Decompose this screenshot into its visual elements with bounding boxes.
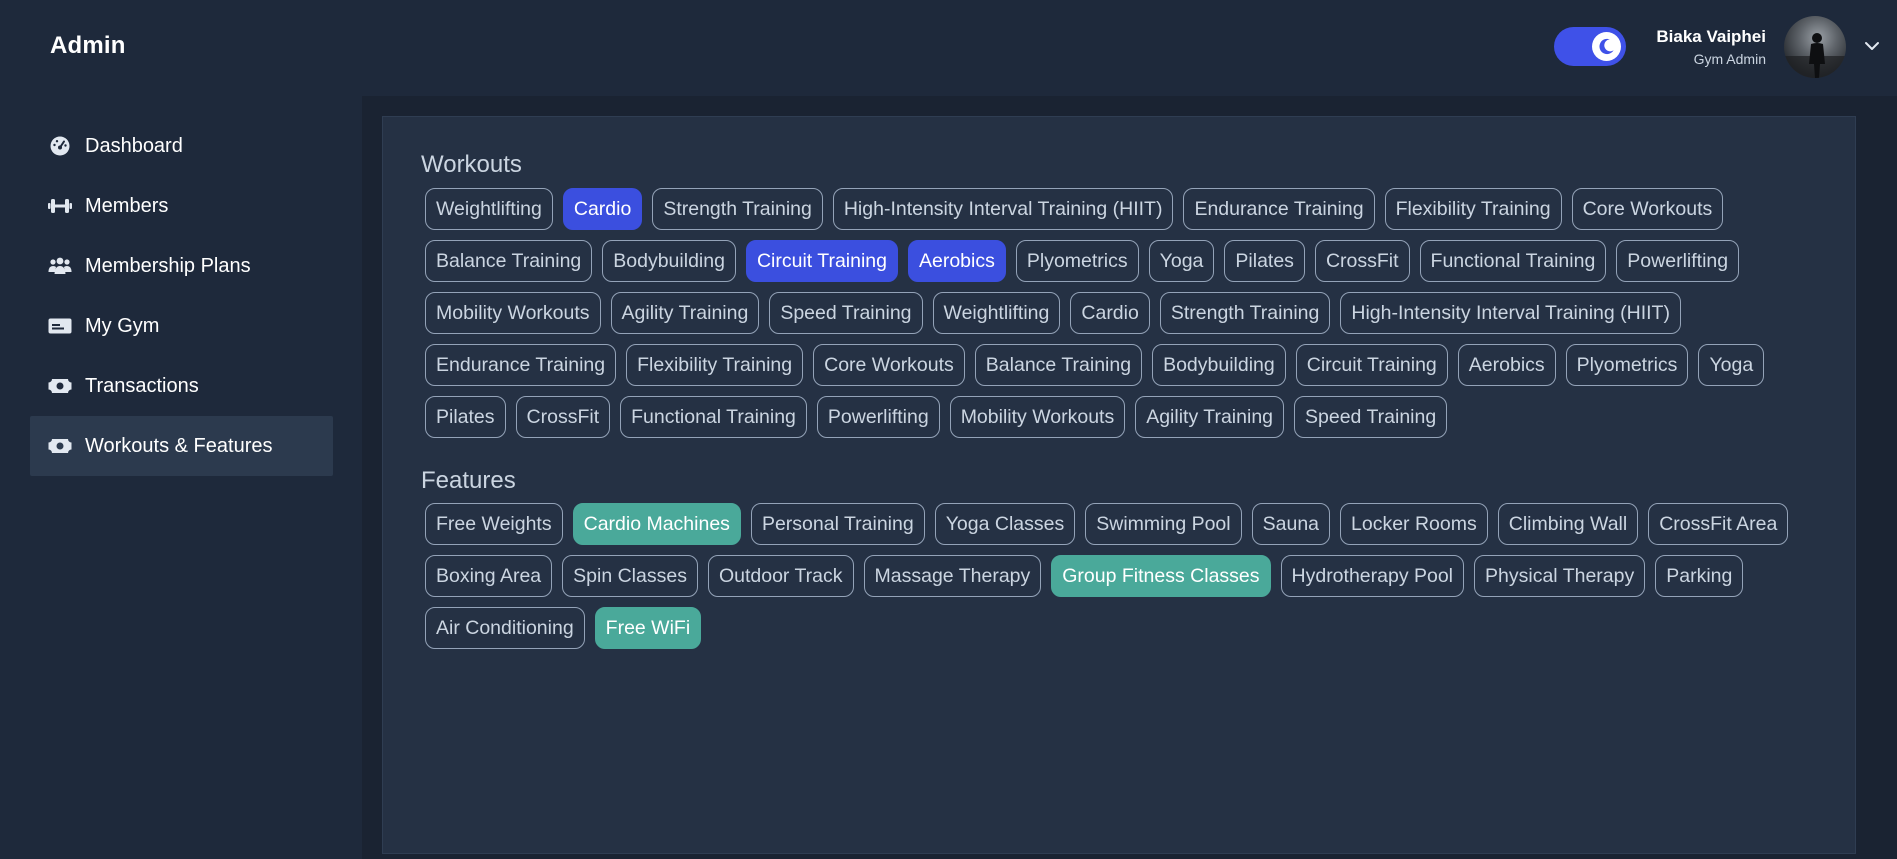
- feature-tag[interactable]: Parking: [1655, 555, 1744, 597]
- workout-tag[interactable]: Core Workouts: [813, 344, 965, 386]
- workout-tag[interactable]: Balance Training: [974, 344, 1143, 386]
- feature-tag[interactable]: CrossFit Area: [1648, 503, 1789, 545]
- sidebar-item-members[interactable]: Members: [30, 176, 333, 236]
- workout-tag[interactable]: Cardio: [562, 188, 643, 230]
- workout-tag[interactable]: Circuit Training: [1295, 344, 1448, 386]
- feature-tag[interactable]: Free Weights: [425, 503, 563, 545]
- user-name: Biaka Vaiphei: [1656, 27, 1766, 46]
- workout-tag[interactable]: Balance Training: [425, 240, 593, 282]
- feature-tag[interactable]: Yoga Classes: [934, 503, 1076, 545]
- feature-tag[interactable]: Boxing Area: [425, 555, 553, 597]
- workout-tag[interactable]: Yoga: [1148, 240, 1215, 282]
- workout-tag[interactable]: Agility Training: [1135, 396, 1285, 438]
- id-card-icon: [48, 318, 72, 334]
- sidebar-item-label: Membership Plans: [85, 255, 251, 277]
- features-title: Features: [421, 467, 516, 494]
- feature-tag[interactable]: Physical Therapy: [1474, 555, 1646, 597]
- sidebar-item-label: Transactions: [85, 375, 199, 397]
- moon-icon: [1599, 38, 1614, 55]
- feature-tag[interactable]: Group Fitness Classes: [1051, 555, 1271, 597]
- workout-tag[interactable]: Bodybuilding: [602, 240, 736, 282]
- workout-tag[interactable]: Powerlifting: [1616, 240, 1740, 282]
- workout-tag[interactable]: Aerobics: [1457, 344, 1556, 386]
- feature-tag[interactable]: Sauna: [1251, 503, 1331, 545]
- workouts-tag-list: Weightlifting Cardio Strength Training High…: [425, 188, 1825, 438]
- workout-tag[interactable]: CrossFit: [515, 396, 611, 438]
- workouts-features-card: Workouts Weightlifting Cardio Strength Tra…: [382, 116, 1856, 854]
- workout-tag[interactable]: Endurance Training: [425, 344, 617, 386]
- workout-tag[interactable]: High-Intensity Interval Training (HIIT): [1340, 292, 1681, 334]
- gauge-icon: [50, 136, 70, 156]
- users-icon: [48, 257, 72, 274]
- workout-tag[interactable]: Aerobics: [907, 240, 1006, 282]
- feature-tag[interactable]: Air Conditioning: [425, 607, 585, 649]
- sidebar-item-transactions[interactable]: Transactions: [30, 356, 333, 416]
- sidebar-item-my-gym[interactable]: My Gym: [30, 296, 333, 356]
- workout-tag[interactable]: Strength Training: [1159, 292, 1331, 334]
- workout-tag[interactable]: Functional Training: [1419, 240, 1607, 282]
- workout-tag[interactable]: Circuit Training: [745, 240, 898, 282]
- feature-tag[interactable]: Free WiFi: [594, 607, 702, 649]
- feature-tag[interactable]: Swimming Pool: [1085, 503, 1242, 545]
- dumbbell-icon: [48, 199, 72, 213]
- sidebar-item-label: Workouts & Features: [85, 435, 273, 457]
- sidebar-item-label: Dashboard: [85, 135, 183, 157]
- sidebar-item-workouts-features[interactable]: Workouts & Features: [30, 416, 333, 476]
- sidebar-item-label: My Gym: [85, 315, 160, 337]
- sidebar: Dashboard Members Membership Plans My Gy…: [0, 96, 362, 859]
- workout-tag[interactable]: Endurance Training: [1183, 188, 1375, 230]
- workout-tag[interactable]: Core Workouts: [1571, 188, 1724, 230]
- brand-title: Admin: [50, 32, 126, 59]
- feature-tag[interactable]: Hydrotherapy Pool: [1280, 555, 1465, 597]
- workout-tag[interactable]: Mobility Workouts: [949, 396, 1126, 438]
- feature-tag[interactable]: Personal Training: [750, 503, 925, 545]
- workouts-title: Workouts: [421, 151, 522, 178]
- workout-tag[interactable]: Cardio: [1070, 292, 1150, 334]
- workout-tag[interactable]: Plyometrics: [1565, 344, 1689, 386]
- top-header: Admin Biaka Vaiphei Gym Admin: [0, 0, 1897, 96]
- avatar-silhouette: [1784, 33, 1846, 78]
- workout-tag[interactable]: Functional Training: [620, 396, 807, 438]
- feature-tag[interactable]: Cardio Machines: [572, 503, 741, 545]
- sidebar-item-label: Members: [85, 195, 169, 217]
- money-bill-icon: [48, 439, 72, 453]
- chevron-down-icon: [1865, 42, 1879, 50]
- workout-tag[interactable]: Mobility Workouts: [425, 292, 601, 334]
- sidebar-item-dashboard[interactable]: Dashboard: [30, 116, 333, 176]
- sidebar-item-membership-plans[interactable]: Membership Plans: [30, 236, 333, 296]
- feature-tag[interactable]: Locker Rooms: [1340, 503, 1488, 545]
- workout-tag[interactable]: Weightlifting: [425, 188, 553, 230]
- feature-tag[interactable]: Massage Therapy: [863, 555, 1042, 597]
- workout-tag[interactable]: Speed Training: [769, 292, 923, 334]
- workout-tag[interactable]: High-Intensity Interval Training (HIIT): [832, 188, 1174, 230]
- workout-tag[interactable]: CrossFit: [1314, 240, 1410, 282]
- workout-tag[interactable]: Bodybuilding: [1152, 344, 1286, 386]
- workout-tag[interactable]: Powerlifting: [816, 396, 940, 438]
- workout-tag[interactable]: Speed Training: [1294, 396, 1448, 438]
- workout-tag[interactable]: Pilates: [425, 396, 506, 438]
- workout-tag[interactable]: Flexibility Training: [626, 344, 804, 386]
- user-menu-dropdown[interactable]: [1862, 36, 1882, 56]
- workout-tag[interactable]: Strength Training: [652, 188, 823, 230]
- workout-tag[interactable]: Flexibility Training: [1384, 188, 1562, 230]
- feature-tag[interactable]: Outdoor Track: [707, 555, 854, 597]
- user-role: Gym Admin: [1693, 51, 1766, 67]
- feature-tag[interactable]: Climbing Wall: [1497, 503, 1639, 545]
- toggle-knob: [1592, 32, 1621, 61]
- theme-toggle[interactable]: [1554, 27, 1626, 66]
- workout-tag[interactable]: Pilates: [1224, 240, 1305, 282]
- features-tag-list: Free Weights Cardio Machines Personal Trai…: [425, 503, 1825, 649]
- money-bill-icon: [48, 379, 72, 393]
- workout-tag[interactable]: Weightlifting: [932, 292, 1061, 334]
- workout-tag[interactable]: Agility Training: [610, 292, 760, 334]
- avatar[interactable]: [1784, 16, 1846, 78]
- workout-tag[interactable]: Plyometrics: [1015, 240, 1139, 282]
- workout-tag[interactable]: Yoga: [1698, 344, 1765, 386]
- feature-tag[interactable]: Spin Classes: [562, 555, 698, 597]
